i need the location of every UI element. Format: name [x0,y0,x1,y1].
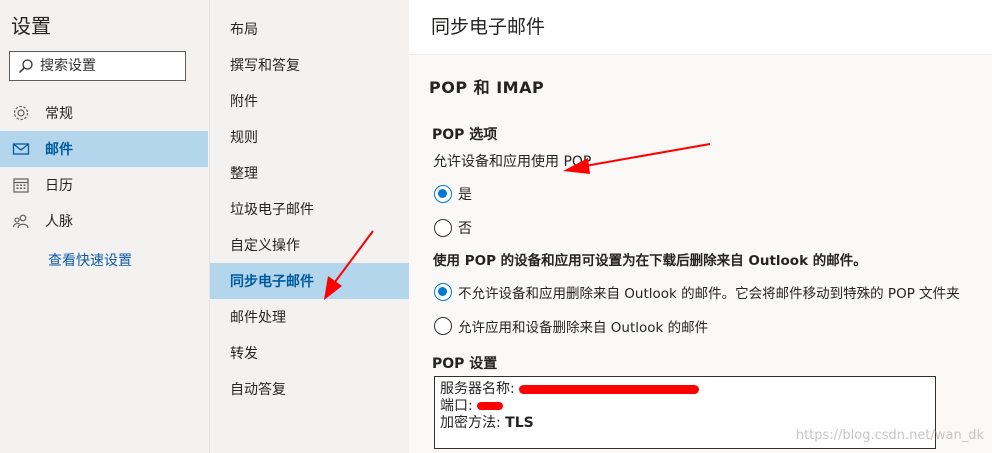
radio-unselected-indicator [434,219,452,237]
search-input[interactable] [40,58,180,74]
annotation-arrow-icon [324,230,374,300]
subnav-item-compose-reply[interactable]: 撰写和答复 [210,47,409,83]
sidebar-item-mail[interactable]: 邮件 [0,131,208,167]
settings-title: 设置 [11,14,51,38]
radio-selected-indicator [434,283,452,301]
people-icon [12,212,30,230]
radio-allow-pop-yes[interactable]: 是 [434,184,472,204]
section-title: POP 和 IMAP [429,78,545,97]
subnav-item-layout[interactable]: 布局 [210,11,409,47]
sidebar-item-label: 邮件 [45,142,73,158]
subnav-item-automatic-replies[interactable]: 自动答复 [210,371,409,407]
sidebar-item-label: 常规 [45,106,73,122]
annotation-arrow-icon [563,143,711,174]
search-icon [18,59,33,74]
subnav-item-attachments[interactable]: 附件 [210,83,409,119]
mail-icon [12,140,30,158]
port-label: 端口: [440,398,473,414]
gear-icon [12,104,30,122]
calendar-icon [12,176,30,194]
sidebar-item-general[interactable]: 常规 [0,95,208,131]
settings-content-pane: 同步电子邮件 POP 和 IMAP POP 选项 允许设备和应用使用 POP 是… [409,0,992,453]
redaction-mark [519,384,700,394]
search-box[interactable] [9,51,186,81]
view-quick-settings-link[interactable]: 查看快速设置 [48,250,132,270]
sidebar-item-label: 人脉 [45,214,73,230]
server-name-row: 服务器名称: [440,381,930,398]
pop-options-heading: POP 选项 [432,127,498,143]
redaction-mark [477,402,504,410]
sidebar-item-label: 日历 [45,178,73,194]
subnav-item-rules[interactable]: 规则 [210,119,409,155]
sidebar-item-people[interactable]: 人脉 [0,203,208,239]
content-header: 同步电子邮件 [409,0,992,55]
radio-allow-delete[interactable]: 允许应用和设备删除来自 Outlook 的邮件 [434,316,708,336]
delete-behavior-question: 使用 POP 的设备和应用可设置为在下载后删除来自 Outlook 的邮件。 [433,253,867,269]
sidebar-item-calendar[interactable]: 日历 [0,167,208,203]
radio-allow-pop-no[interactable]: 否 [434,218,472,238]
encryption-value: TLS [505,415,534,431]
subnav-item-junk-email[interactable]: 垃圾电子邮件 [210,191,409,227]
pop-settings-heading: POP 设置 [432,356,498,372]
subnav-item-message-handling[interactable]: 邮件处理 [210,299,409,335]
encryption-label: 加密方法: [440,415,501,431]
subnav-item-sweep[interactable]: 整理 [210,155,409,191]
page-title: 同步电子邮件 [431,16,546,38]
radio-label: 否 [458,221,472,237]
radio-label: 是 [458,187,472,203]
subnav-item-forwarding[interactable]: 转发 [210,335,409,371]
radio-label: 允许应用和设备删除来自 Outlook 的邮件 [458,320,709,336]
watermark: https://blog.csdn.net/wan_dk [795,428,984,443]
radio-label: 不允许设备和应用删除来自 Outlook 的邮件。它会将邮件移动到特殊的 POP… [458,286,960,302]
pop-imap-panel: POP 和 IMAP POP 选项 允许设备和应用使用 POP 是 否 使用 P… [409,55,992,453]
server-name-label: 服务器名称: [440,381,515,397]
radio-no-delete[interactable]: 不允许设备和应用删除来自 Outlook 的邮件。它会将邮件移动到特殊的 POP… [434,282,960,302]
settings-sidebar: 设置 常规 邮件 日历 人脉 查看快速设置 [0,0,209,453]
radio-selected-indicator [434,185,452,203]
port-row: 端口: [440,398,930,415]
mail-settings-subnav: 布局 撰写和答复 附件 规则 整理 垃圾电子邮件 自定义操作 同步电子邮件 邮件… [209,0,410,453]
radio-unselected-indicator [434,317,452,335]
